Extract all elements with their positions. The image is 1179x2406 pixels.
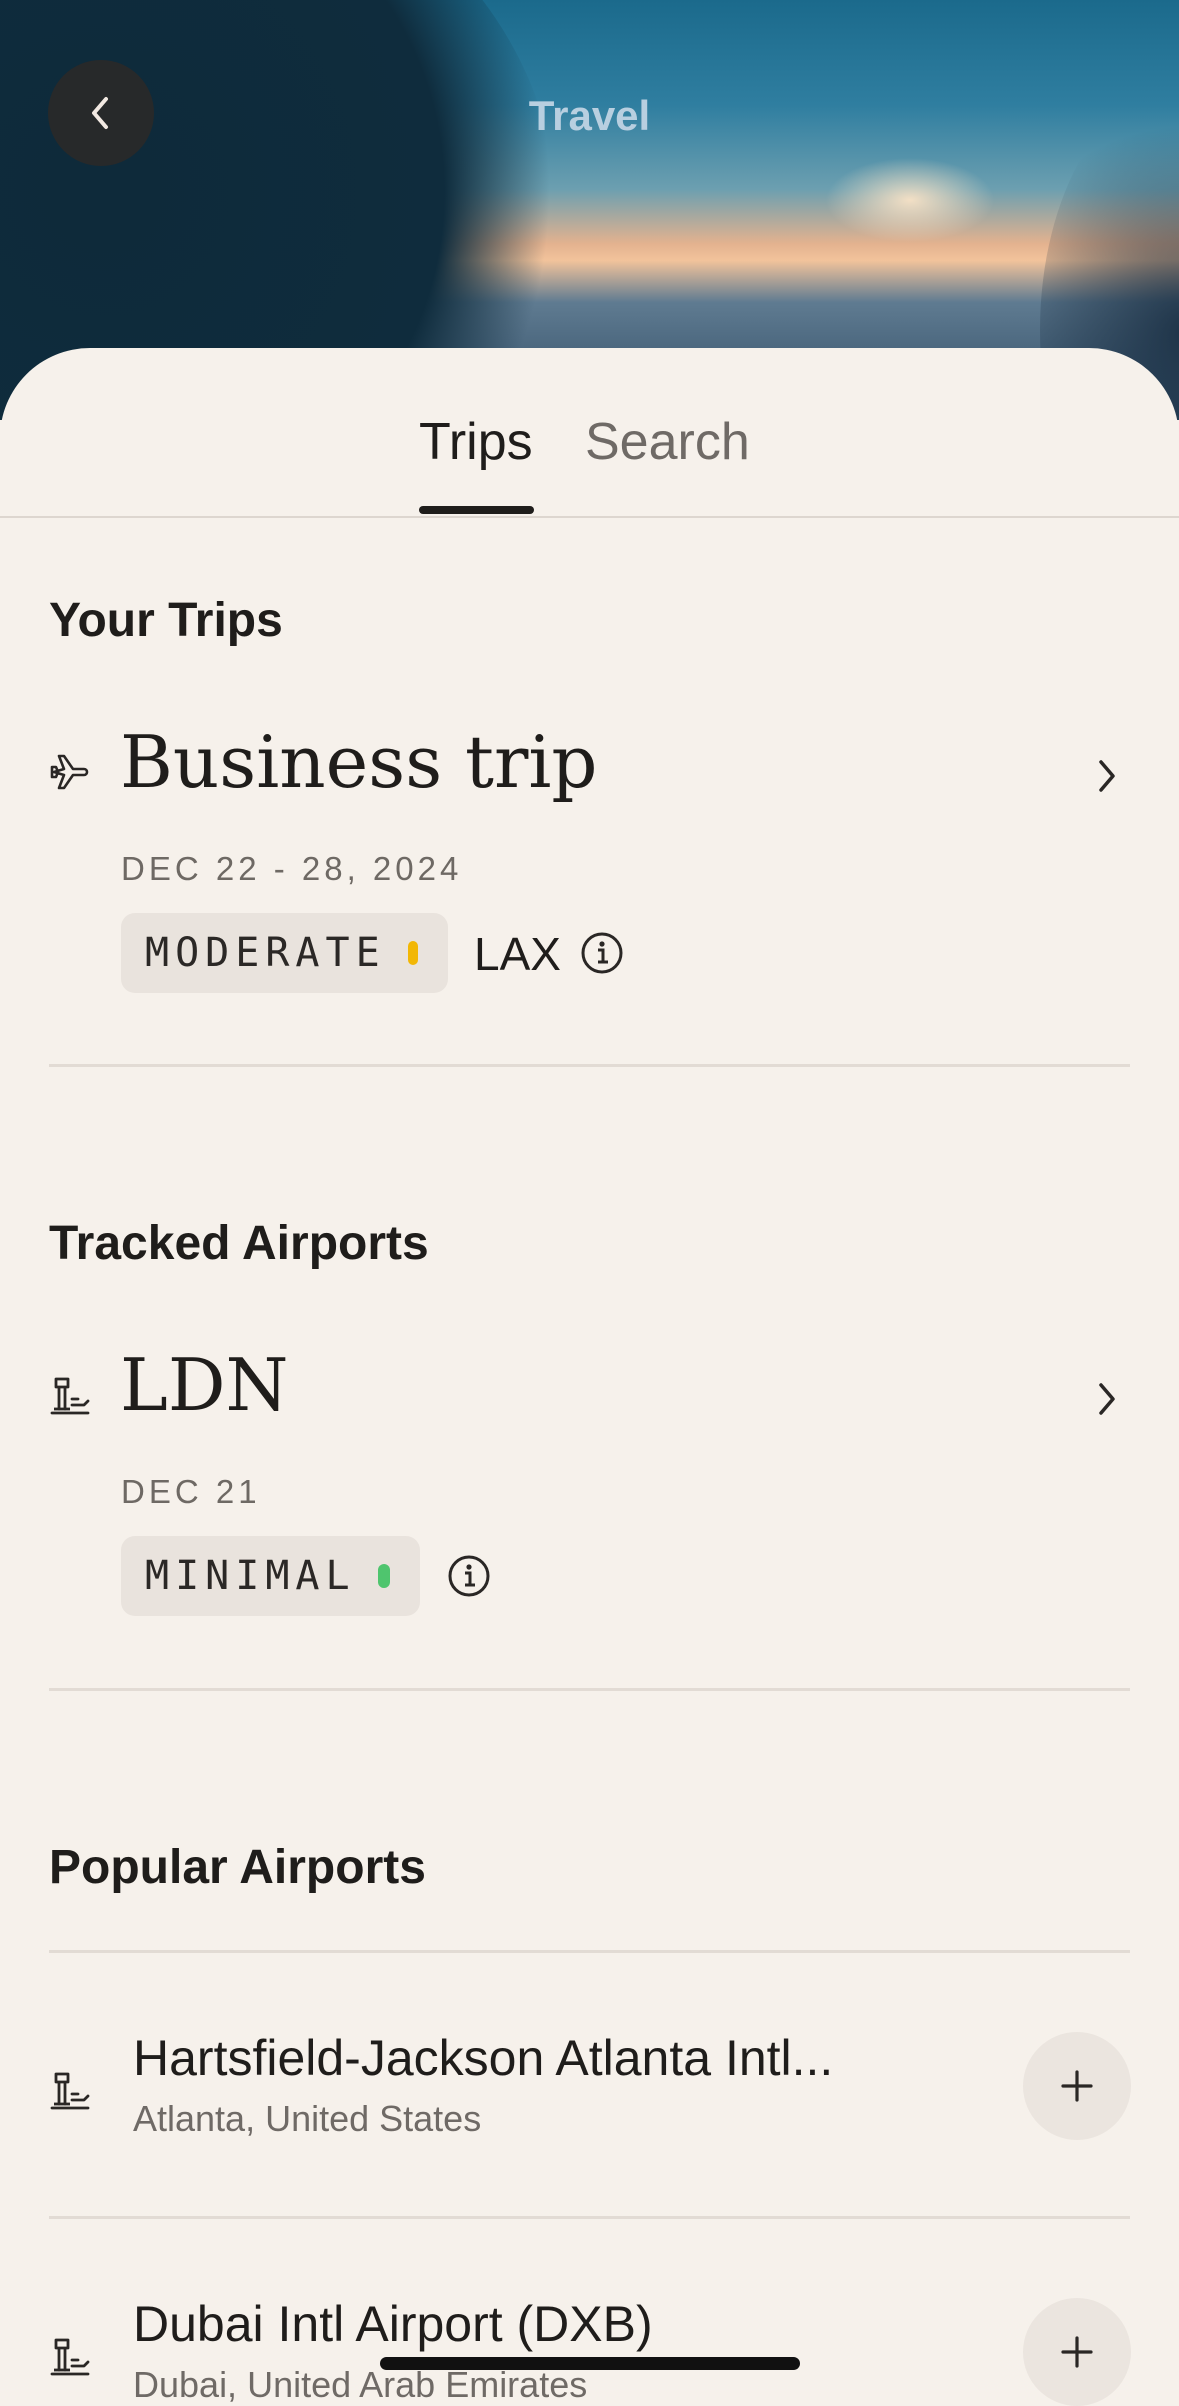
add-airport-button[interactable] <box>1023 2032 1131 2140</box>
home-indicator <box>380 2357 800 2370</box>
tracked-airport-row-ldn[interactable]: LDN DEC 21 MINIMAL <box>0 1343 1179 1633</box>
airport-tower-icon <box>50 1377 90 1415</box>
tab-search[interactable]: Search <box>585 412 750 472</box>
status-dot-moderate <box>407 941 418 965</box>
status-label: MODERATE <box>145 930 386 976</box>
plus-icon <box>1061 2336 1093 2368</box>
page-title: Travel <box>528 92 651 139</box>
airport-tower-icon <box>50 2338 90 2376</box>
status-label: MINIMAL <box>145 1553 356 1599</box>
active-tab-indicator <box>419 506 534 514</box>
tab-bar: Trips Search <box>0 348 1179 518</box>
popular-airports-heading: Popular Airports <box>49 1841 426 1894</box>
tab-trips[interactable]: Trips <box>419 412 533 472</box>
plane-icon <box>50 754 89 790</box>
popular-airport-row[interactable]: Hartsfield-Jackson Atlanta Intl... Atlan… <box>0 1954 1179 2216</box>
info-icon[interactable] <box>446 1553 492 1599</box>
airport-location: Atlanta, United States <box>133 2098 482 2139</box>
info-icon[interactable] <box>579 930 625 976</box>
section-divider <box>49 1064 1130 1067</box>
status-badge: MODERATE <box>121 913 448 993</box>
tracked-airports-heading: Tracked Airports <box>49 1217 429 1270</box>
plus-icon <box>1061 2070 1093 2102</box>
your-trips-heading: Your Trips <box>49 594 283 647</box>
trip-dates: DEC 22 - 28, 2024 <box>121 850 463 887</box>
add-airport-button[interactable] <box>1023 2298 1131 2406</box>
chevron-right-icon <box>1099 760 1115 792</box>
airport-name: Dubai Intl Airport (DXB) <box>133 2296 653 2352</box>
section-divider <box>49 1688 1130 1691</box>
tracked-airport-date: DEC 21 <box>121 1473 261 1510</box>
airport-location: Dubai, United Arab Emirates <box>133 2364 588 2405</box>
trip-airport-code: LAX <box>474 928 561 980</box>
trip-row-business[interactable]: Business trip DEC 22 - 28, 2024 MODERATE… <box>0 720 1179 1010</box>
chevron-right-icon <box>1099 1383 1115 1415</box>
status-dot-minimal <box>377 1564 390 1588</box>
airport-name: Hartsfield-Jackson Atlanta Intl... <box>133 2030 834 2086</box>
trip-title: Business trip <box>120 720 598 804</box>
list-divider <box>49 2216 1130 2219</box>
airport-tower-icon <box>50 2072 90 2110</box>
list-divider <box>49 1950 1130 1953</box>
status-badge: MINIMAL <box>121 1536 420 1616</box>
tracked-airport-code: LDN <box>120 1343 289 1427</box>
